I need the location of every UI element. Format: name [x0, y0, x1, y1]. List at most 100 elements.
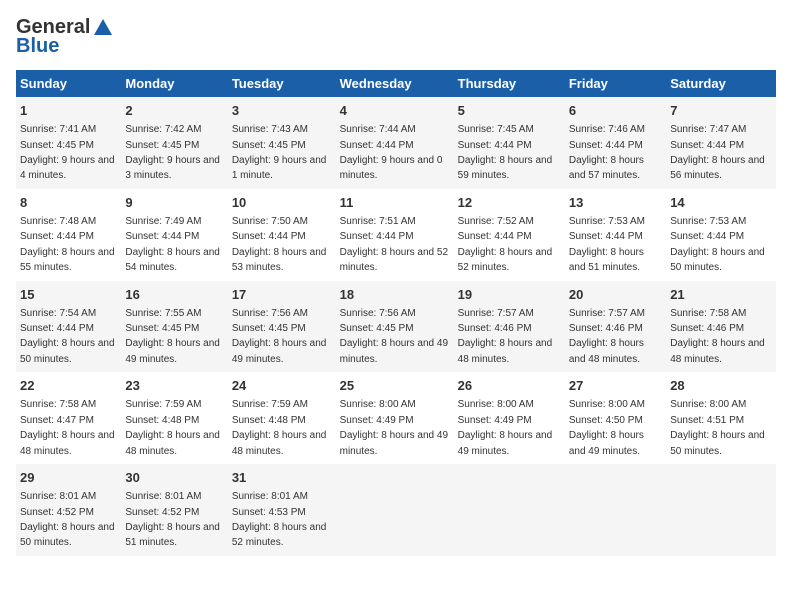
sunset-text: Sunset: 4:48 PM — [232, 415, 306, 426]
day-number: 4 — [340, 102, 450, 120]
day-cell: 11 Sunrise: 7:51 AM Sunset: 4:44 PM Dayl… — [336, 189, 454, 281]
col-header-monday: Monday — [121, 70, 227, 97]
day-number: 20 — [569, 286, 662, 304]
daylight-text: Daylight: 8 hours and 57 minutes. — [569, 155, 644, 181]
sunrise-text: Sunrise: 8:00 AM — [569, 399, 645, 410]
sunrise-text: Sunrise: 7:42 AM — [125, 124, 201, 135]
day-cell: 9 Sunrise: 7:49 AM Sunset: 4:44 PM Dayli… — [121, 189, 227, 281]
sunrise-text: Sunrise: 7:59 AM — [125, 399, 201, 410]
day-number: 14 — [670, 194, 772, 212]
sunrise-text: Sunrise: 7:50 AM — [232, 216, 308, 227]
day-number: 6 — [569, 102, 662, 120]
day-cell: 30 Sunrise: 8:01 AM Sunset: 4:52 PM Dayl… — [121, 464, 227, 556]
daylight-text: Daylight: 8 hours and 53 minutes. — [232, 247, 327, 273]
daylight-text: Daylight: 8 hours and 50 minutes. — [20, 522, 115, 548]
sunrise-text: Sunrise: 8:00 AM — [340, 399, 416, 410]
sunset-text: Sunset: 4:44 PM — [569, 140, 643, 151]
daylight-text: Daylight: 8 hours and 51 minutes. — [125, 522, 220, 548]
daylight-text: Daylight: 8 hours and 48 minutes. — [232, 430, 327, 456]
calendar-header-row: SundayMondayTuesdayWednesdayThursdayFrid… — [16, 70, 776, 97]
logo-blue-text: Blue — [16, 35, 59, 58]
sunrise-text: Sunrise: 7:51 AM — [340, 216, 416, 227]
day-number: 24 — [232, 377, 332, 395]
day-number: 15 — [20, 286, 117, 304]
day-number: 22 — [20, 377, 117, 395]
sunrise-text: Sunrise: 7:49 AM — [125, 216, 201, 227]
day-cell: 21 Sunrise: 7:58 AM Sunset: 4:46 PM Dayl… — [666, 281, 776, 373]
day-number: 23 — [125, 377, 223, 395]
daylight-text: Daylight: 9 hours and 3 minutes. — [125, 155, 220, 181]
sunrise-text: Sunrise: 7:58 AM — [670, 308, 746, 319]
day-cell: 25 Sunrise: 8:00 AM Sunset: 4:49 PM Dayl… — [336, 372, 454, 464]
sunrise-text: Sunrise: 7:53 AM — [569, 216, 645, 227]
daylight-text: Daylight: 8 hours and 50 minutes. — [670, 247, 765, 273]
day-number: 2 — [125, 102, 223, 120]
daylight-text: Daylight: 8 hours and 52 minutes. — [340, 247, 448, 273]
daylight-text: Daylight: 8 hours and 51 minutes. — [569, 247, 644, 273]
sunset-text: Sunset: 4:44 PM — [20, 231, 94, 242]
day-number: 16 — [125, 286, 223, 304]
day-number: 10 — [232, 194, 332, 212]
sunrise-text: Sunrise: 7:57 AM — [569, 308, 645, 319]
day-cell: 29 Sunrise: 8:01 AM Sunset: 4:52 PM Dayl… — [16, 464, 121, 556]
sunrise-text: Sunrise: 7:46 AM — [569, 124, 645, 135]
sunrise-text: Sunrise: 8:01 AM — [125, 491, 201, 502]
week-row-3: 15 Sunrise: 7:54 AM Sunset: 4:44 PM Dayl… — [16, 281, 776, 373]
sunrise-text: Sunrise: 7:59 AM — [232, 399, 308, 410]
day-cell: 28 Sunrise: 8:00 AM Sunset: 4:51 PM Dayl… — [666, 372, 776, 464]
col-header-thursday: Thursday — [454, 70, 565, 97]
sunrise-text: Sunrise: 7:57 AM — [458, 308, 534, 319]
day-number: 12 — [458, 194, 561, 212]
day-cell: 22 Sunrise: 7:58 AM Sunset: 4:47 PM Dayl… — [16, 372, 121, 464]
day-number: 9 — [125, 194, 223, 212]
day-cell: 26 Sunrise: 8:00 AM Sunset: 4:49 PM Dayl… — [454, 372, 565, 464]
sunset-text: Sunset: 4:46 PM — [458, 323, 532, 334]
sunrise-text: Sunrise: 7:41 AM — [20, 124, 96, 135]
day-cell: 14 Sunrise: 7:53 AM Sunset: 4:44 PM Dayl… — [666, 189, 776, 281]
sunrise-text: Sunrise: 8:01 AM — [232, 491, 308, 502]
sunset-text: Sunset: 4:45 PM — [232, 323, 306, 334]
sunrise-text: Sunrise: 7:56 AM — [340, 308, 416, 319]
sunset-text: Sunset: 4:44 PM — [458, 231, 532, 242]
day-cell: 20 Sunrise: 7:57 AM Sunset: 4:46 PM Dayl… — [565, 281, 666, 373]
sunrise-text: Sunrise: 7:47 AM — [670, 124, 746, 135]
daylight-text: Daylight: 8 hours and 56 minutes. — [670, 155, 765, 181]
logo-icon — [92, 17, 114, 39]
day-cell: 3 Sunrise: 7:43 AM Sunset: 4:45 PM Dayli… — [228, 97, 336, 189]
sunset-text: Sunset: 4:45 PM — [20, 140, 94, 151]
sunset-text: Sunset: 4:49 PM — [458, 415, 532, 426]
day-cell: 15 Sunrise: 7:54 AM Sunset: 4:44 PM Dayl… — [16, 281, 121, 373]
calendar-table: SundayMondayTuesdayWednesdayThursdayFrid… — [16, 70, 776, 556]
day-number: 5 — [458, 102, 561, 120]
sunset-text: Sunset: 4:44 PM — [232, 231, 306, 242]
day-number: 27 — [569, 377, 662, 395]
sunrise-text: Sunrise: 7:54 AM — [20, 308, 96, 319]
sunset-text: Sunset: 4:45 PM — [232, 140, 306, 151]
col-header-sunday: Sunday — [16, 70, 121, 97]
sunset-text: Sunset: 4:47 PM — [20, 415, 94, 426]
daylight-text: Daylight: 8 hours and 48 minutes. — [20, 430, 115, 456]
daylight-text: Daylight: 9 hours and 0 minutes. — [340, 155, 443, 181]
daylight-text: Daylight: 8 hours and 49 minutes. — [340, 338, 448, 364]
sunset-text: Sunset: 4:44 PM — [458, 140, 532, 151]
day-number: 3 — [232, 102, 332, 120]
daylight-text: Daylight: 8 hours and 52 minutes. — [232, 522, 327, 548]
daylight-text: Daylight: 8 hours and 48 minutes. — [569, 338, 644, 364]
sunset-text: Sunset: 4:46 PM — [569, 323, 643, 334]
sunrise-text: Sunrise: 7:53 AM — [670, 216, 746, 227]
sunset-text: Sunset: 4:44 PM — [340, 231, 414, 242]
day-cell: 31 Sunrise: 8:01 AM Sunset: 4:53 PM Dayl… — [228, 464, 336, 556]
daylight-text: Daylight: 8 hours and 59 minutes. — [458, 155, 553, 181]
sunset-text: Sunset: 4:52 PM — [20, 507, 94, 518]
daylight-text: Daylight: 8 hours and 49 minutes. — [340, 430, 448, 456]
sunrise-text: Sunrise: 7:43 AM — [232, 124, 308, 135]
day-cell: 27 Sunrise: 8:00 AM Sunset: 4:50 PM Dayl… — [565, 372, 666, 464]
day-number: 29 — [20, 469, 117, 487]
sunset-text: Sunset: 4:45 PM — [125, 323, 199, 334]
sunrise-text: Sunrise: 7:56 AM — [232, 308, 308, 319]
day-cell: 5 Sunrise: 7:45 AM Sunset: 4:44 PM Dayli… — [454, 97, 565, 189]
day-number: 8 — [20, 194, 117, 212]
sunset-text: Sunset: 4:44 PM — [340, 140, 414, 151]
sunset-text: Sunset: 4:46 PM — [670, 323, 744, 334]
day-cell — [336, 464, 454, 556]
